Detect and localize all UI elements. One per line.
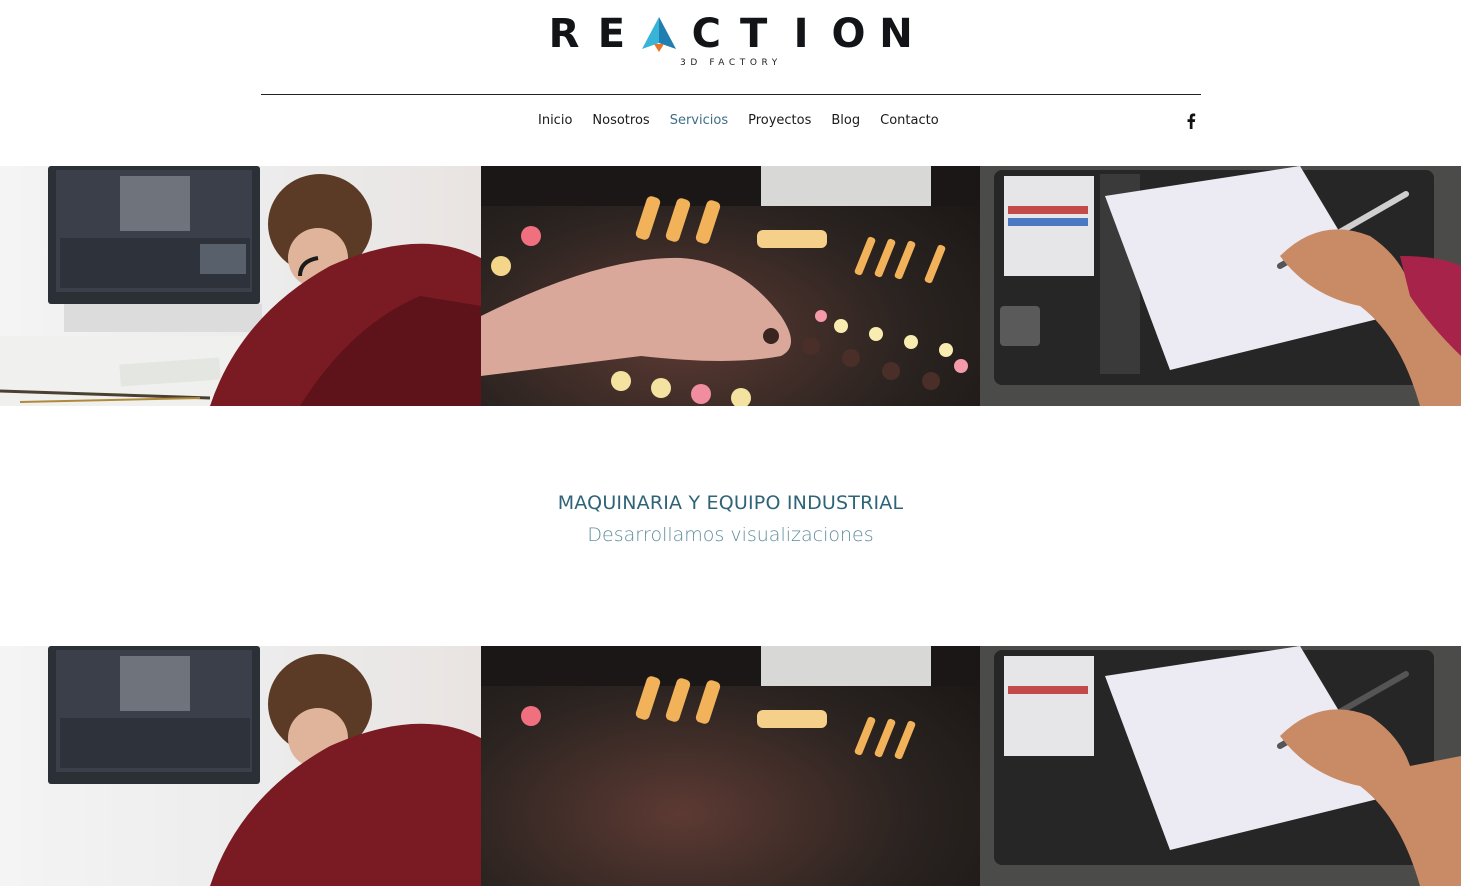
nav-item-inicio[interactable]: Inicio <box>528 111 582 131</box>
logo-letter: I <box>793 11 809 57</box>
site-logo[interactable]: R E C T I O N 3D FACTORY <box>0 12 1461 72</box>
logo-letter: E <box>597 11 626 57</box>
logo-letter: R <box>548 11 580 57</box>
nav-item-blog[interactable]: Blog <box>821 111 870 131</box>
logo-subtitle: 3D FACTORY <box>680 58 782 68</box>
logo-letter: T <box>740 11 768 57</box>
audio-mixer-photo <box>481 646 980 886</box>
video-editing-photo <box>0 646 481 886</box>
section-subheadline: Desarrollamos visualizaciones <box>587 524 874 546</box>
hero-banner-repeat <box>0 646 1461 886</box>
drawing-tablet-photo <box>980 646 1461 886</box>
nav-item-contacto[interactable]: Contacto <box>870 111 949 131</box>
nav-item-servicios[interactable]: Servicios <box>660 111 738 131</box>
facebook-icon[interactable] <box>1182 111 1200 131</box>
logo-letter: C <box>691 11 721 57</box>
logo-letter: O <box>831 11 866 57</box>
logo-wordmark: R E C T I O N <box>544 12 916 56</box>
nav-item-proyectos[interactable]: Proyectos <box>738 111 821 131</box>
header-divider <box>261 94 1201 95</box>
drawing-tablet-photo <box>980 166 1461 406</box>
hero-banner <box>0 166 1461 406</box>
main-nav: Inicio Nosotros Servicios Proyectos Blog… <box>528 111 949 131</box>
nav-item-nosotros[interactable]: Nosotros <box>582 111 659 131</box>
video-editing-photo <box>0 166 481 406</box>
logo-letter: N <box>879 11 913 57</box>
audio-mixer-photo <box>481 166 980 406</box>
section-headline: MAQUINARIA Y EQUIPO INDUSTRIAL <box>557 492 904 514</box>
logo-arrow-mark-icon <box>639 12 679 56</box>
